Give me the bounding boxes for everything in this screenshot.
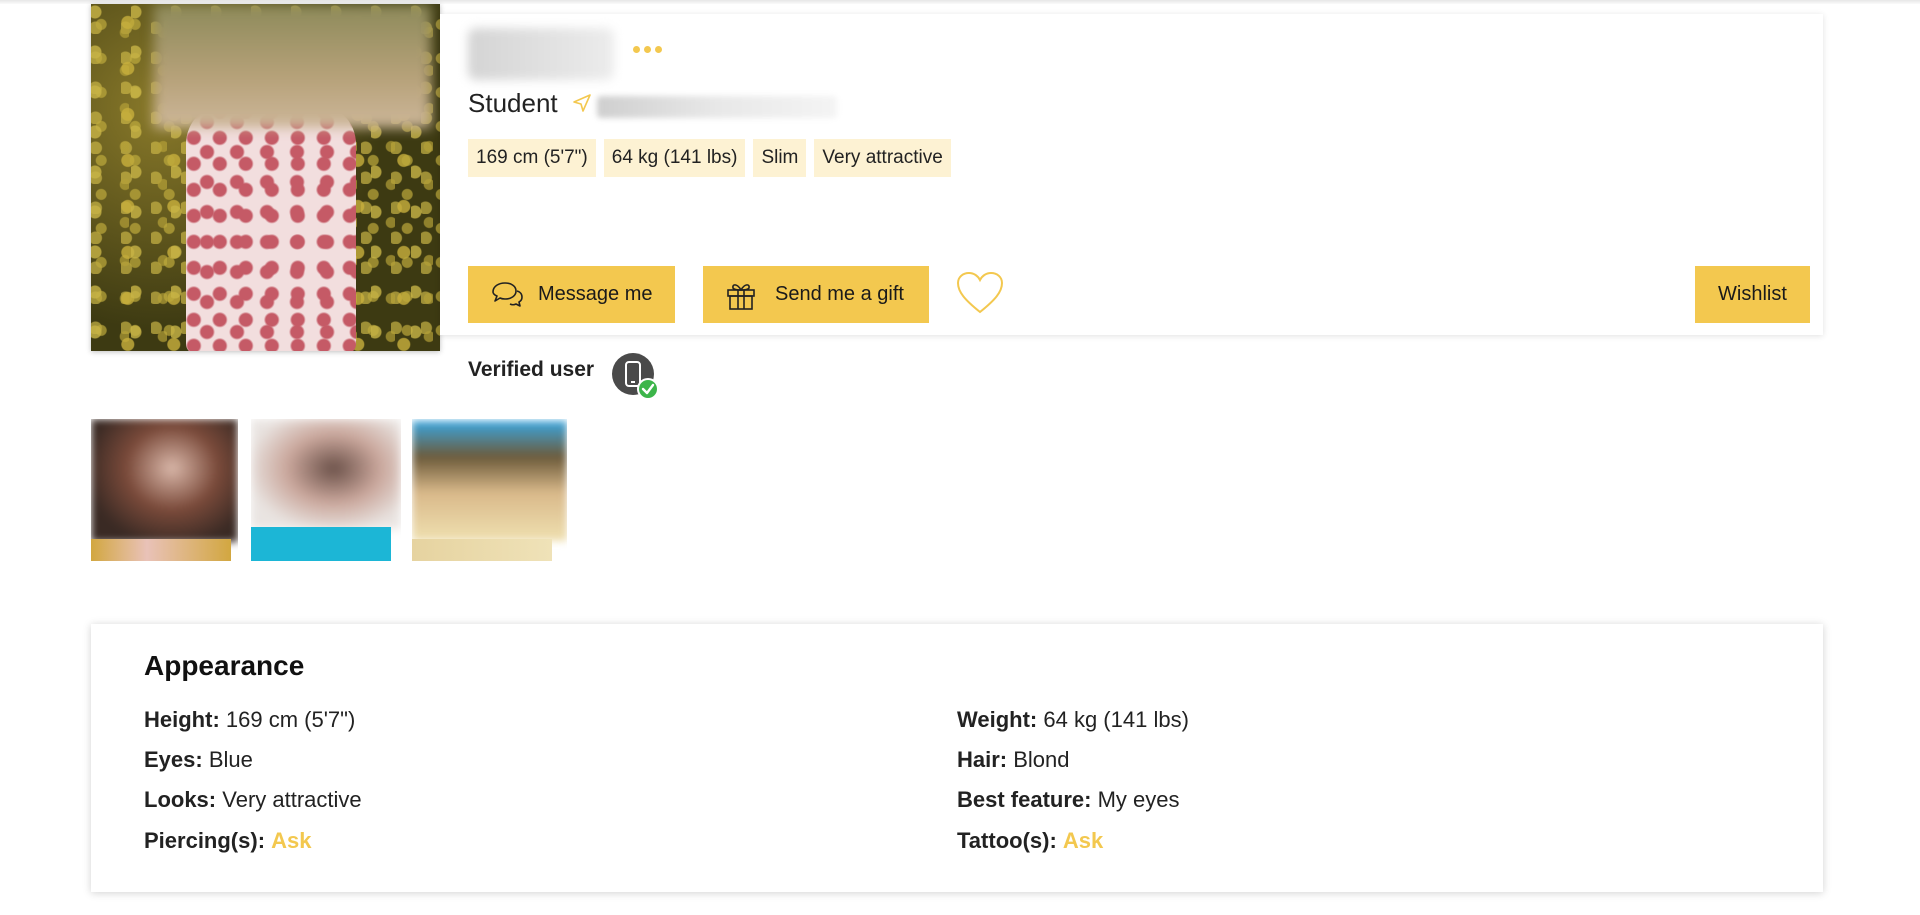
tag-body-type: Slim <box>753 139 807 177</box>
attr-hair-value: Blond <box>1013 747 1070 772</box>
photo-thumbnail-2[interactable] <box>251 419 401 561</box>
thumbnail-image <box>91 419 238 542</box>
tattoos-ask-link[interactable]: Ask <box>1063 828 1103 853</box>
thumbnail-image-lower <box>91 539 231 561</box>
attr-looks: Looks: Very attractive <box>144 787 362 813</box>
attr-height-value: 169 cm (5'7") <box>225 707 356 732</box>
location-arrow-icon <box>573 94 591 112</box>
photo-subject <box>186 104 356 351</box>
attr-eyes: Eyes: Blue <box>144 747 253 773</box>
location-redacted <box>597 96 837 118</box>
dot <box>633 46 640 53</box>
attr-weight-label: Weight: <box>957 707 1038 732</box>
verified-phone-icon[interactable] <box>612 353 660 401</box>
message-me-label: Message me <box>538 283 653 305</box>
attr-piercings: Piercing(s): Ask <box>144 828 312 854</box>
appearance-title: Appearance <box>144 650 305 681</box>
attr-hair-label: Hair: <box>957 747 1008 772</box>
send-gift-button[interactable]: Send me a gift <box>703 266 929 323</box>
thumbnail-image <box>412 421 567 541</box>
dot <box>644 46 651 53</box>
attr-height-label: Height: <box>144 707 220 732</box>
message-me-button[interactable]: Message me <box>468 266 675 323</box>
wishlist-label: Wishlist <box>1718 283 1787 305</box>
attr-hair: Hair: Blond <box>957 747 1070 773</box>
photo-thumbnail-1[interactable] <box>91 419 238 561</box>
wishlist-button[interactable]: Wishlist <box>1695 266 1810 323</box>
attr-best-feature-label: Best feature: <box>957 787 1092 812</box>
attr-tattoos-label: Tattoo(s): <box>957 828 1057 853</box>
main-profile-photo[interactable] <box>91 4 440 351</box>
piercings-ask-link[interactable]: Ask <box>271 828 311 853</box>
attr-eyes-label: Eyes: <box>144 747 203 772</box>
tag-weight: 64 kg (141 lbs) <box>603 139 746 177</box>
attr-best-feature: Best feature: My eyes <box>957 787 1180 813</box>
tag-looks: Very attractive <box>814 139 951 177</box>
send-gift-label: Send me a gift <box>775 283 904 305</box>
tag-height: 169 cm (5'7") <box>468 139 596 177</box>
favorite-heart-icon[interactable] <box>955 270 1005 316</box>
thumbnail-image-lower <box>412 539 552 561</box>
more-options-icon[interactable] <box>633 46 662 53</box>
thumbnail-image <box>251 419 401 529</box>
attr-eyes-value: Blue <box>208 747 253 772</box>
attr-height: Height: 169 cm (5'7") <box>144 707 355 733</box>
chat-bubbles-icon <box>492 281 523 307</box>
profile-tags: 169 cm (5'7") 64 kg (141 lbs) Slim Very … <box>468 139 951 177</box>
attr-weight: Weight: 64 kg (141 lbs) <box>957 707 1189 733</box>
photo-thumbnail-3[interactable] <box>412 419 567 561</box>
gift-icon <box>727 283 755 310</box>
attr-looks-value: Very attractive <box>222 787 362 812</box>
thumbnail-image-lower <box>251 527 391 561</box>
occupation-text: Student <box>468 88 558 118</box>
dot <box>655 46 662 53</box>
profile-name-redacted <box>468 28 614 80</box>
attr-looks-label: Looks: <box>144 787 217 812</box>
attr-tattoos: Tattoo(s): Ask <box>957 828 1103 854</box>
attr-best-feature-value: My eyes <box>1097 787 1180 812</box>
attr-piercings-label: Piercing(s): <box>144 828 266 853</box>
photo-blur-region <box>154 4 431 128</box>
attr-weight-value: 64 kg (141 lbs) <box>1043 707 1189 732</box>
verified-user-label: Verified user <box>468 358 595 381</box>
